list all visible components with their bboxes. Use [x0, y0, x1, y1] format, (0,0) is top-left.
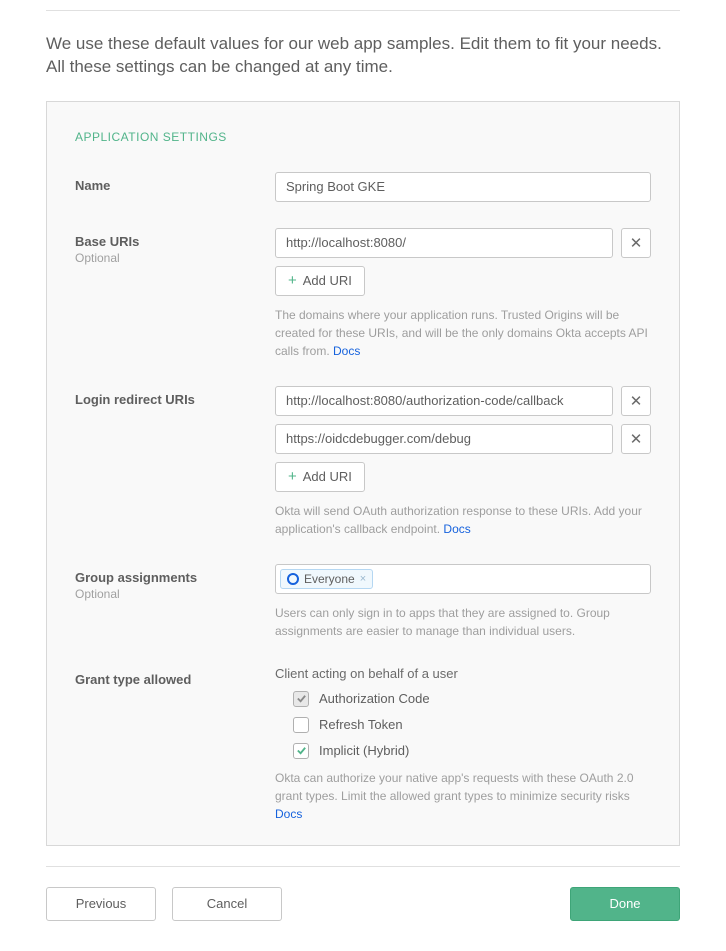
footer-buttons: Previous Cancel Done	[46, 887, 680, 921]
checkmark-icon	[296, 745, 307, 756]
footer-divider	[46, 866, 680, 867]
close-icon: ✕	[630, 392, 643, 410]
grant-type-label: Grant type allowed	[75, 672, 275, 687]
checkbox-label: Implicit (Hybrid)	[319, 743, 409, 758]
remove-uri-button[interactable]: ✕	[621, 424, 651, 454]
intro-text: We use these default values for our web …	[46, 33, 680, 79]
uri-row: ✕	[275, 228, 651, 258]
docs-link[interactable]: Docs	[275, 807, 302, 821]
grant-option-implicit-hybrid: Implicit (Hybrid)	[275, 743, 651, 759]
plus-icon: +	[288, 468, 297, 485]
remove-chip-icon[interactable]: ×	[360, 573, 366, 585]
name-input[interactable]	[275, 172, 651, 202]
field-col: ✕ + Add URI The domains where your appli…	[275, 228, 651, 360]
plus-icon: +	[288, 272, 297, 289]
group-assignments-sublabel: Optional	[75, 587, 275, 601]
close-icon: ✕	[630, 234, 643, 252]
login-redirect-help: Okta will send OAuth authorization respo…	[275, 502, 651, 538]
label-col: Grant type allowed	[75, 666, 275, 687]
label-col: Base URIs Optional	[75, 228, 275, 265]
login-redirect-input-0[interactable]	[275, 386, 613, 416]
base-uri-input-0[interactable]	[275, 228, 613, 258]
remove-uri-button[interactable]: ✕	[621, 386, 651, 416]
checkbox-implicit-hybrid[interactable]	[293, 743, 309, 759]
field-col: Client acting on behalf of a user Author…	[275, 666, 651, 823]
add-base-uri-button[interactable]: + Add URI	[275, 266, 365, 296]
checkmark-icon	[296, 693, 307, 704]
row-login-redirect-uris: Login redirect URIs ✕ ✕ + Add URI Okta w…	[75, 386, 651, 538]
label-col: Name	[75, 172, 275, 193]
label-col: Login redirect URIs	[75, 386, 275, 407]
docs-link[interactable]: Docs	[443, 522, 470, 536]
group-chip-everyone: Everyone ×	[280, 569, 373, 589]
row-group-assignments: Group assignments Optional Everyone × Us…	[75, 564, 651, 640]
group-assignments-label: Group assignments	[75, 570, 275, 585]
base-uris-help: The domains where your application runs.…	[275, 306, 651, 360]
checkbox-authorization-code	[293, 691, 309, 707]
add-uri-label: Add URI	[303, 273, 352, 288]
checkbox-label: Authorization Code	[319, 691, 430, 706]
close-icon: ✕	[630, 430, 643, 448]
remove-uri-button[interactable]: ✕	[621, 228, 651, 258]
done-button[interactable]: Done	[570, 887, 680, 921]
grant-option-authorization-code: Authorization Code	[275, 691, 651, 707]
field-col: Everyone × Users can only sign in to app…	[275, 564, 651, 640]
section-title: APPLICATION SETTINGS	[75, 130, 651, 144]
row-grant-type: Grant type allowed Client acting on beha…	[75, 666, 651, 823]
top-divider	[46, 10, 680, 11]
uri-row: ✕	[275, 386, 651, 416]
group-chip-label: Everyone	[304, 572, 355, 586]
name-label: Name	[75, 178, 275, 193]
login-redirect-input-1[interactable]	[275, 424, 613, 454]
group-assignments-input[interactable]: Everyone ×	[275, 564, 651, 594]
grant-option-refresh-token: Refresh Token	[275, 717, 651, 733]
checkbox-refresh-token[interactable]	[293, 717, 309, 733]
login-redirect-label: Login redirect URIs	[75, 392, 275, 407]
checkbox-label: Refresh Token	[319, 717, 403, 732]
group-assignments-help: Users can only sign in to apps that they…	[275, 604, 651, 640]
cancel-button[interactable]: Cancel	[172, 887, 282, 921]
base-uris-label: Base URIs	[75, 234, 275, 249]
field-col: ✕ ✕ + Add URI Okta will send OAuth autho…	[275, 386, 651, 538]
application-settings-panel: APPLICATION SETTINGS Name Base URIs Opti…	[46, 101, 680, 846]
field-col	[275, 172, 651, 202]
base-uris-sublabel: Optional	[75, 251, 275, 265]
add-uri-label: Add URI	[303, 469, 352, 484]
row-name: Name	[75, 172, 651, 202]
uri-row: ✕	[275, 424, 651, 454]
docs-link[interactable]: Docs	[333, 344, 360, 358]
grant-type-help: Okta can authorize your native app's req…	[275, 769, 651, 823]
row-base-uris: Base URIs Optional ✕ + Add URI The domai…	[75, 228, 651, 360]
label-col: Group assignments Optional	[75, 564, 275, 601]
group-icon	[287, 573, 299, 585]
grant-type-subtitle: Client acting on behalf of a user	[275, 666, 651, 681]
previous-button[interactable]: Previous	[46, 887, 156, 921]
add-login-redirect-uri-button[interactable]: + Add URI	[275, 462, 365, 492]
